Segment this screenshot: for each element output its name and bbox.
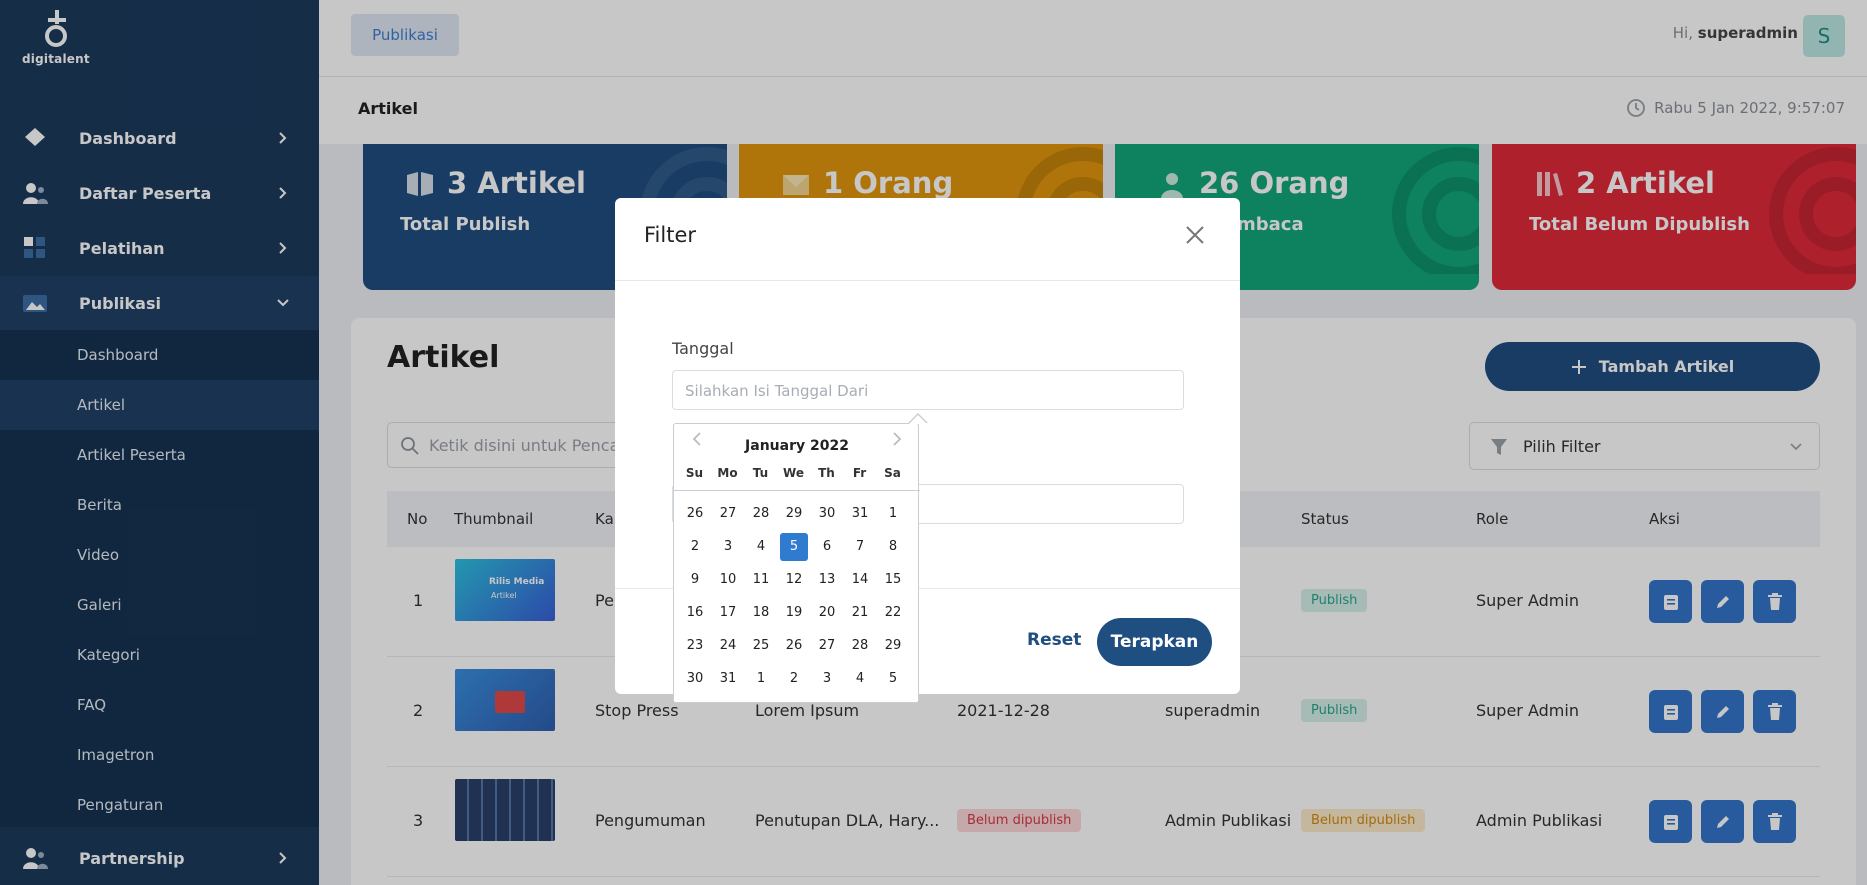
calendar-day[interactable]: 19: [780, 599, 808, 627]
calendar-day[interactable]: 7: [846, 533, 874, 561]
calendar-day[interactable]: 15: [879, 566, 907, 594]
calendar-day[interactable]: 27: [813, 632, 841, 660]
weekday-header: We: [783, 466, 804, 480]
calendar-day[interactable]: 30: [813, 500, 841, 528]
weekday-header: Sa: [884, 466, 901, 480]
calendar-day[interactable]: 29: [780, 500, 808, 528]
calendar-day[interactable]: 16: [681, 599, 709, 627]
calendar-day[interactable]: 5: [879, 665, 907, 693]
calendar-day[interactable]: 31: [714, 665, 742, 693]
calendar-day[interactable]: 14: [846, 566, 874, 594]
calendar-day[interactable]: 11: [747, 566, 775, 594]
calendar-day[interactable]: 21: [846, 599, 874, 627]
calendar-day[interactable]: 1: [879, 500, 907, 528]
calendar-day[interactable]: 25: [747, 632, 775, 660]
weekday-header: Tu: [752, 466, 769, 480]
weekday-header: Th: [818, 466, 835, 480]
calendar-day[interactable]: 27: [714, 500, 742, 528]
calendar-day[interactable]: 6: [813, 533, 841, 561]
calendar-day[interactable]: 29: [879, 632, 907, 660]
calendar-day[interactable]: 22: [879, 599, 907, 627]
calendar-day[interactable]: 20: [813, 599, 841, 627]
calendar-day[interactable]: 31: [846, 500, 874, 528]
modal-header: Filter: [615, 198, 1240, 281]
datepicker-divider: [674, 490, 920, 491]
calendar-day[interactable]: 8: [879, 533, 907, 561]
calendar-day[interactable]: 9: [681, 566, 709, 594]
close-icon[interactable]: [1184, 224, 1206, 246]
calendar-day[interactable]: 30: [681, 665, 709, 693]
weekday-header: Mo: [717, 466, 738, 480]
datepicker-pointer-inner: [909, 415, 927, 424]
tanggal-dari-input[interactable]: Silahkan Isi Tanggal Dari: [672, 370, 1184, 410]
datepicker: January 2022 Su Mo Tu We Th Fr Sa 26 27 28 29 30 31…: [673, 423, 920, 703]
calendar-day[interactable]: 2: [780, 665, 808, 693]
calendar-day[interactable]: 26: [681, 500, 709, 528]
weekday-header: Su: [685, 466, 704, 480]
calendar-day[interactable]: 17: [714, 599, 742, 627]
calendar-day[interactable]: 10: [714, 566, 742, 594]
weekday-header: Fr: [852, 466, 867, 480]
calendar-day[interactable]: 1: [747, 665, 775, 693]
calendar-day[interactable]: 26: [780, 632, 808, 660]
calendar-day[interactable]: 18: [747, 599, 775, 627]
terapkan-button[interactable]: Terapkan: [1097, 618, 1212, 666]
calendar-day[interactable]: 12: [780, 566, 808, 594]
calendar-day[interactable]: 28: [846, 632, 874, 660]
tanggal-label: Tanggal: [672, 339, 734, 358]
tanggal-placeholder: Silahkan Isi Tanggal Dari: [685, 382, 869, 400]
calendar-day[interactable]: 4: [747, 533, 775, 561]
calendar-day[interactable]: 5: [780, 533, 808, 561]
reset-button[interactable]: Reset: [1027, 630, 1081, 650]
calendar-day[interactable]: 23: [681, 632, 709, 660]
modal-title: Filter: [644, 223, 697, 247]
datepicker-month: January 2022: [745, 438, 849, 454]
calendar-day[interactable]: 28: [747, 500, 775, 528]
calendar-day[interactable]: 13: [813, 566, 841, 594]
calendar-day[interactable]: 4: [846, 665, 874, 693]
calendar-day[interactable]: 3: [813, 665, 841, 693]
calendar-day[interactable]: 24: [714, 632, 742, 660]
calendar-day[interactable]: 2: [681, 533, 709, 561]
calendar-day[interactable]: 3: [714, 533, 742, 561]
